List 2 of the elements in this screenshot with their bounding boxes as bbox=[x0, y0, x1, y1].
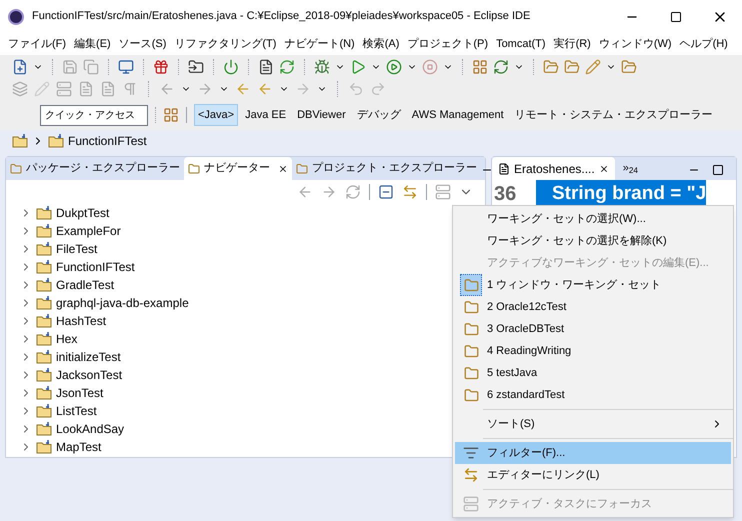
window-title: FunctionIFTest/src/main/Eratoshenes.java - C:¥Eclipse_2018-09¥pleiades¥workspace05 - Eclipse IDE bbox=[32, 9, 530, 24]
line-number: 36 bbox=[493, 182, 518, 207]
